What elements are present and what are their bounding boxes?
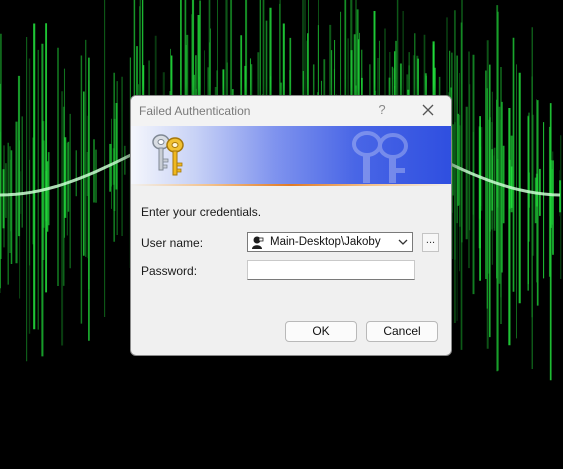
help-icon[interactable]: ? xyxy=(375,101,389,119)
banner-divider xyxy=(131,184,451,186)
keys-icon xyxy=(152,134,184,176)
username-value: Main-Desktop\Jakoby xyxy=(270,236,381,248)
credentials-prompt: Enter your credentials. xyxy=(141,205,262,219)
auth-dialog: Failed Authentication ? Enter your crede… xyxy=(130,95,452,356)
ok-button[interactable]: OK xyxy=(285,321,357,342)
password-label: Password: xyxy=(141,264,198,278)
username-combobox[interactable]: Main-Desktop\Jakoby xyxy=(247,232,413,252)
browse-users-button[interactable]: ... xyxy=(422,233,439,252)
password-field[interactable] xyxy=(247,260,415,280)
chevron-down-icon[interactable] xyxy=(398,238,408,246)
username-label: User name: xyxy=(141,236,204,250)
close-icon[interactable] xyxy=(419,101,437,119)
title-bar[interactable]: Failed Authentication ? xyxy=(131,96,451,126)
dialog-title: Failed Authentication xyxy=(139,104,251,118)
cancel-button[interactable]: Cancel xyxy=(366,321,438,342)
banner-keys-watermark xyxy=(352,131,408,183)
user-icon xyxy=(252,236,264,249)
